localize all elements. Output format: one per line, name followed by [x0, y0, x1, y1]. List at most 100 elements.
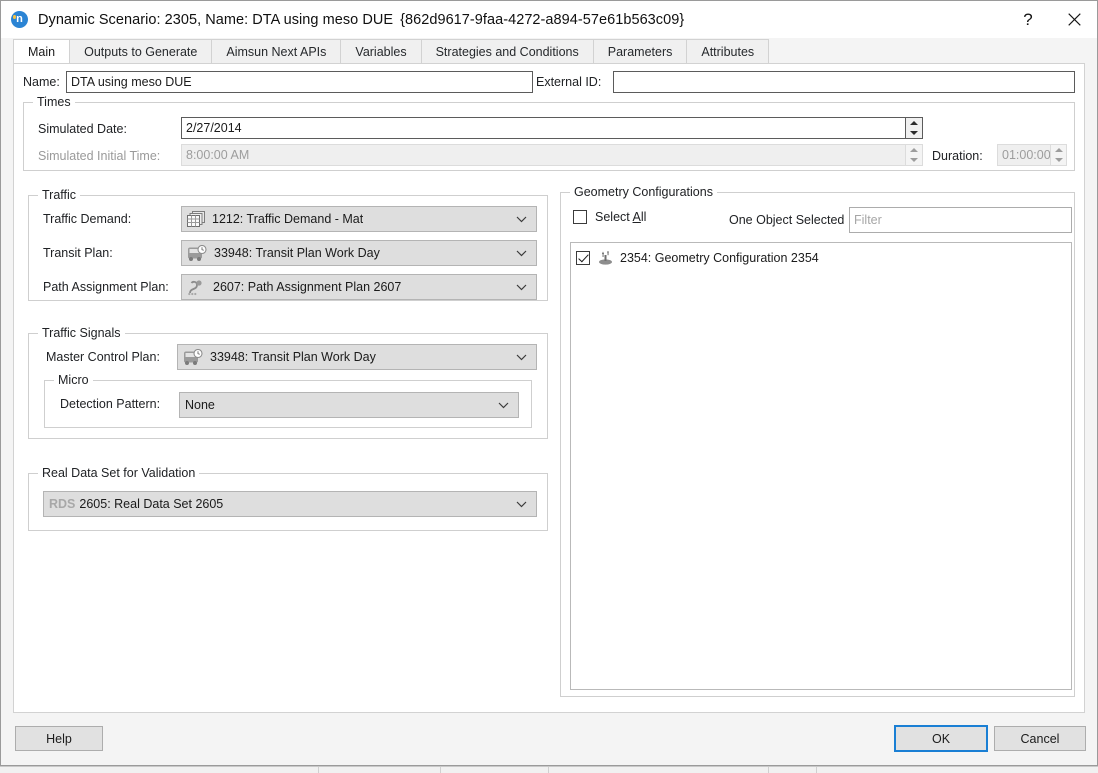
path-assignment-plan-combo[interactable]: 2607: Path Assignment Plan 2607 [181, 274, 537, 300]
tab-bar: Main Outputs to Generate Aimsun Next API… [1, 38, 1097, 63]
chevron-down-icon [516, 280, 527, 294]
triangle-down-icon [910, 158, 918, 162]
traffic-group-title: Traffic [38, 188, 80, 202]
real-data-set-value: 2605: Real Data Set 2605 [79, 497, 223, 511]
spin-down-button [906, 155, 922, 165]
spin-down-button[interactable] [906, 128, 922, 138]
detection-pattern-value: None [185, 398, 215, 412]
list-item-label: 2354: Geometry Configuration 2354 [620, 251, 819, 265]
micro-group: Micro Detection Pattern: None [44, 380, 532, 428]
select-all-checkbox-row[interactable]: Select All [573, 210, 646, 224]
real-data-set-combo[interactable]: RDS 2605: Real Data Set 2605 [43, 491, 537, 517]
simulated-date-label: Simulated Date: [38, 122, 127, 136]
bus-clock-icon [183, 349, 204, 366]
duration-spin-buttons [1050, 144, 1067, 166]
triangle-up-icon [910, 148, 918, 152]
master-control-plan-label: Master Control Plan: [46, 350, 160, 364]
external-id-input[interactable] [613, 71, 1075, 93]
chevron-down-icon [516, 350, 527, 364]
real-data-set-group: Real Data Set for Validation RDS 2605: R… [28, 473, 548, 531]
times-group: Times Simulated Date: 2/27/2014 Simulate… [23, 102, 1075, 171]
path-assignment-plan-label: Path Assignment Plan: [43, 280, 169, 294]
tab-main[interactable]: Main [13, 39, 70, 63]
traffic-demand-label: Traffic Demand: [43, 212, 131, 226]
tab-label: Aimsun Next APIs [226, 45, 326, 59]
simulated-date-value[interactable]: 2/27/2014 [181, 117, 905, 139]
main-tab-panel: Name: DTA using meso DUE External ID: Ti… [13, 63, 1085, 713]
dialog-footer: Help OK Cancel [1, 713, 1097, 765]
geometry-filter-input[interactable]: Filter [849, 207, 1072, 233]
tab-parameters[interactable]: Parameters [593, 39, 688, 63]
traffic-demand-combo[interactable]: 1212: Traffic Demand - Mat [181, 206, 537, 232]
triangle-up-icon [1055, 148, 1063, 152]
path-assignment-plan-value: 2607: Path Assignment Plan 2607 [213, 280, 401, 294]
help-question-mark: ? [1023, 10, 1032, 30]
geometry-config-icon [597, 251, 614, 266]
spin-up-button[interactable] [906, 118, 922, 128]
real-data-set-group-title: Real Data Set for Validation [38, 466, 199, 480]
cancel-button[interactable]: Cancel [994, 726, 1086, 751]
tab-aimsun-next-apis[interactable]: Aimsun Next APIs [211, 39, 341, 63]
window-controls: ? [1005, 1, 1097, 38]
tab-label: Outputs to Generate [84, 45, 197, 59]
tab-variables[interactable]: Variables [340, 39, 421, 63]
detection-pattern-label: Detection Pattern: [60, 397, 160, 411]
background-seam [548, 767, 549, 773]
tab-label: Attributes [701, 45, 754, 59]
triangle-up-icon [910, 121, 918, 125]
duration-value: 01:00:00 [997, 144, 1050, 166]
detection-pattern-combo[interactable]: None [179, 392, 519, 418]
name-input[interactable]: DTA using meso DUE [66, 71, 533, 93]
transit-plan-label: Transit Plan: [43, 246, 113, 260]
bus-clock-icon [187, 245, 208, 262]
chevron-down-icon [498, 398, 509, 412]
chevron-down-icon [516, 497, 527, 511]
traffic-signals-group-title: Traffic Signals [38, 326, 125, 340]
geometry-item-checkbox[interactable] [576, 251, 590, 265]
close-icon[interactable] [1051, 1, 1097, 38]
transit-plan-combo[interactable]: 33948: Transit Plan Work Day [181, 240, 537, 266]
external-id-label: External ID: [536, 75, 601, 89]
micro-group-title: Micro [54, 373, 93, 387]
chevron-down-icon [516, 212, 527, 226]
transit-plan-value: 33948: Transit Plan Work Day [214, 246, 380, 260]
help-button[interactable]: Help [15, 726, 103, 751]
simulated-date-spin-buttons[interactable] [905, 117, 923, 139]
title-bar: n Dynamic Scenario: 2305, Name: DTA usin… [1, 1, 1097, 38]
window-title-main: Dynamic Scenario: 2305, Name: DTA using … [38, 12, 393, 28]
simulated-date-spinner[interactable]: 2/27/2014 [181, 117, 923, 139]
name-label: Name: [23, 75, 60, 89]
simulated-initial-time-spinner: 8:00:00 AM [181, 144, 923, 166]
help-icon[interactable]: ? [1005, 1, 1051, 38]
geometry-configurations-group: Geometry Configurations Select All One O… [560, 192, 1075, 697]
tab-label: Variables [355, 45, 406, 59]
ok-button[interactable]: OK [894, 725, 988, 752]
tab-attributes[interactable]: Attributes [686, 39, 769, 63]
list-item[interactable]: 2354: Geometry Configuration 2354 [571, 247, 1071, 269]
geometry-configurations-list[interactable]: 2354: Geometry Configuration 2354 [570, 242, 1072, 690]
select-all-checkbox[interactable] [573, 210, 587, 224]
selection-status-label: One Object Selected [729, 213, 844, 227]
duration-spinner: 01:00:00 [997, 144, 1067, 166]
tab-outputs-to-generate[interactable]: Outputs to Generate [69, 39, 212, 63]
master-control-plan-combo[interactable]: 33948: Transit Plan Work Day [177, 344, 537, 370]
traffic-demand-value: 1212: Traffic Demand - Mat [212, 212, 363, 226]
duration-label: Duration: [932, 149, 983, 163]
tab-label: Main [28, 45, 55, 59]
spin-up-button [906, 145, 922, 155]
aimsun-n-icon: n [11, 11, 28, 28]
window-title: Dynamic Scenario: 2305, Name: DTA using … [38, 12, 684, 28]
chevron-down-icon [516, 246, 527, 260]
traffic-group: Traffic Traffic Demand: 1212: Traffic De… [28, 195, 548, 301]
tab-label: Parameters [608, 45, 673, 59]
spin-down-button [1051, 155, 1066, 165]
tab-strategies-and-conditions[interactable]: Strategies and Conditions [421, 39, 594, 63]
simulated-initial-time-value: 8:00:00 AM [181, 144, 905, 166]
select-all-label: Select All [595, 210, 646, 224]
background-seam [768, 767, 769, 773]
icon-letter: n [11, 12, 28, 27]
background-seam [440, 767, 441, 773]
path-assignment-icon [187, 279, 207, 296]
tab-label: Strategies and Conditions [436, 45, 579, 59]
traffic-signals-group: Traffic Signals Master Control Plan: 339… [28, 333, 548, 439]
